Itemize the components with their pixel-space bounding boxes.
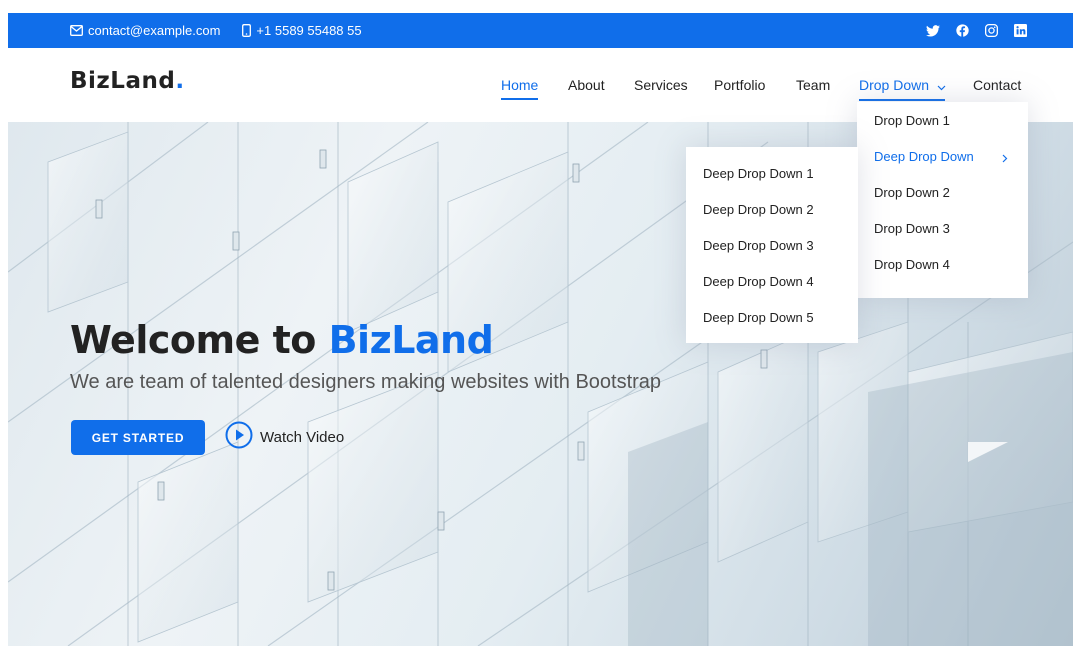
nav-services[interactable]: Services (634, 77, 688, 93)
logo-dot: . (175, 68, 185, 94)
nav-portfolio[interactable]: Portfolio (714, 77, 765, 93)
topbar: contact@example.com +1 5589 55488 55 (8, 13, 1073, 48)
deep-dropdown-item-3[interactable]: Deep Drop Down 3 (686, 227, 858, 263)
phone-icon (242, 24, 252, 37)
phone-link[interactable]: +1 5589 55488 55 (242, 23, 362, 38)
play-circle-icon (225, 421, 253, 453)
dropdown-item-2[interactable]: Drop Down 2 (857, 174, 1028, 210)
nav-team[interactable]: Team (796, 77, 830, 93)
deep-dropdown-item-1[interactable]: Deep Drop Down 1 (686, 155, 858, 191)
hero-subtitle: We are team of talented designers making… (70, 371, 662, 393)
facebook-icon[interactable] (956, 24, 969, 37)
dropdown-item-deep-label: Deep Drop Down (874, 148, 974, 164)
hero-title-brand: BizLand (328, 318, 494, 362)
nav-contact[interactable]: Contact (973, 77, 1021, 93)
deep-dropdown-menu: Deep Drop Down 1 Deep Drop Down 2 Deep D… (686, 147, 858, 343)
dropdown-item-deep[interactable]: Deep Drop Down (857, 138, 1028, 174)
dropdown-menu: Drop Down 1 Deep Drop Down Drop Down 2 D… (857, 102, 1028, 298)
linkedin-icon[interactable] (1014, 24, 1027, 37)
deep-dropdown-item-4[interactable]: Deep Drop Down 4 (686, 263, 858, 299)
email-text: contact@example.com (88, 23, 221, 38)
site-logo[interactable]: BizLand. (70, 68, 185, 94)
nav-home[interactable]: Home (501, 77, 539, 100)
phone-text: +1 5589 55488 55 (256, 23, 362, 38)
topbar-contact: contact@example.com +1 5589 55488 55 (70, 13, 362, 48)
dropdown-item-4[interactable]: Drop Down 4 (857, 246, 1028, 282)
watch-video-button[interactable]: Watch Video (225, 421, 345, 453)
nav-dropdown[interactable]: Drop Down (859, 77, 946, 102)
browser-viewport: contact@example.com +1 5589 55488 55 Biz… (8, 13, 1073, 646)
twitter-icon[interactable] (926, 24, 940, 37)
deep-dropdown-item-2[interactable]: Deep Drop Down 2 (686, 191, 858, 227)
nav-dropdown-label: Drop Down (859, 77, 930, 93)
email-link[interactable]: contact@example.com (70, 23, 220, 38)
hero-title-prefix: Welcome to (70, 318, 329, 362)
logo-text: BizLand (70, 68, 176, 94)
deep-dropdown-item-5[interactable]: Deep Drop Down 5 (686, 299, 858, 335)
social-links (926, 13, 1027, 48)
dropdown-item-3[interactable]: Drop Down 3 (857, 210, 1028, 246)
instagram-icon[interactable] (985, 24, 998, 37)
dropdown-item-1[interactable]: Drop Down 1 (857, 102, 1028, 138)
get-started-button[interactable]: GET STARTED (71, 420, 205, 455)
chevron-down-icon (937, 78, 946, 94)
watch-video-label: Watch Video (260, 428, 345, 446)
envelope-icon (70, 25, 83, 36)
chevron-right-icon (1002, 151, 1008, 166)
hero-title: Welcome to BizLand (70, 318, 494, 362)
nav-about[interactable]: About (568, 77, 605, 93)
